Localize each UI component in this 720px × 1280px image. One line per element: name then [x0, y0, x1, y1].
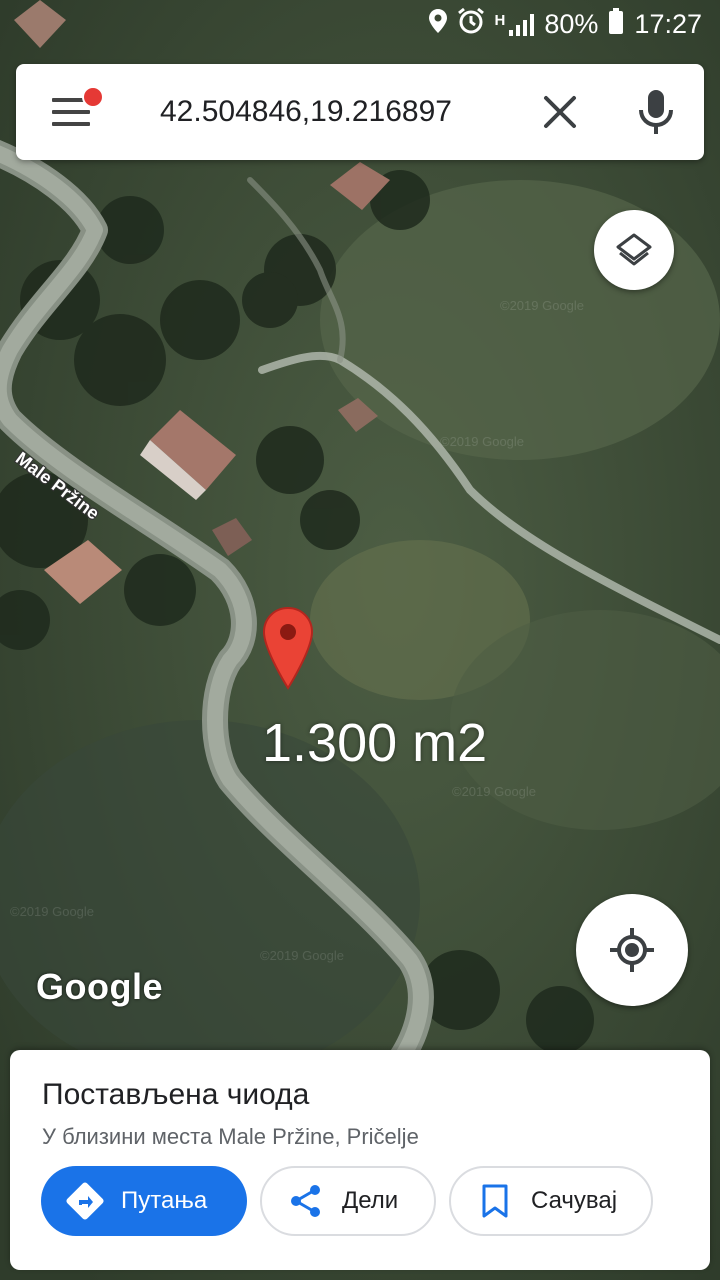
my-location-icon [610, 928, 654, 972]
map-layers-button[interactable] [594, 210, 674, 290]
alarm-icon [457, 7, 485, 42]
svg-text:©2019 Google: ©2019 Google [10, 904, 94, 919]
microphone-icon [639, 90, 673, 134]
share-label: Дели [342, 1187, 399, 1214]
search-bar [16, 64, 704, 160]
share-icon [284, 1179, 328, 1223]
place-bottom-sheet[interactable]: Постављена чиода У близини места Male Pr… [10, 1050, 710, 1270]
battery-percent: 80% [544, 8, 599, 39]
search-input[interactable] [160, 88, 520, 136]
svg-text:©2019 Google: ©2019 Google [260, 948, 344, 963]
signal-icon: H [495, 13, 535, 36]
clock: 17:27 [634, 8, 702, 39]
close-icon [544, 96, 576, 128]
save-label: Сачувај [531, 1187, 618, 1214]
save-button[interactable]: Сачувај [449, 1166, 653, 1236]
battery-icon [608, 7, 624, 41]
directions-icon [63, 1179, 107, 1223]
directions-label: Путања [121, 1187, 208, 1214]
svg-text:©2019 Google: ©2019 Google [500, 298, 584, 313]
bookmark-icon [473, 1179, 517, 1223]
clear-button[interactable] [536, 88, 584, 136]
directions-button[interactable]: Путања [41, 1166, 247, 1236]
place-subtitle: У близини места Male Pržine, Pričelje [42, 1124, 419, 1149]
place-title: Постављена чиода [42, 1078, 310, 1111]
notification-dot [82, 86, 104, 108]
svg-text:©2019 Google: ©2019 Google [440, 434, 524, 449]
my-location-button[interactable] [576, 894, 688, 1006]
voice-search-button[interactable] [632, 86, 680, 138]
google-logo: Google [36, 966, 163, 1007]
status-bar: H 80% 17:27 [0, 0, 720, 48]
dropped-pin-icon[interactable] [262, 606, 314, 690]
svg-text:©2019 Google: ©2019 Google [452, 784, 536, 799]
share-button[interactable]: Дели [260, 1166, 436, 1236]
layers-icon [616, 233, 652, 266]
location-icon [428, 8, 447, 40]
map-annotation: 1.300 m2 [262, 713, 488, 773]
